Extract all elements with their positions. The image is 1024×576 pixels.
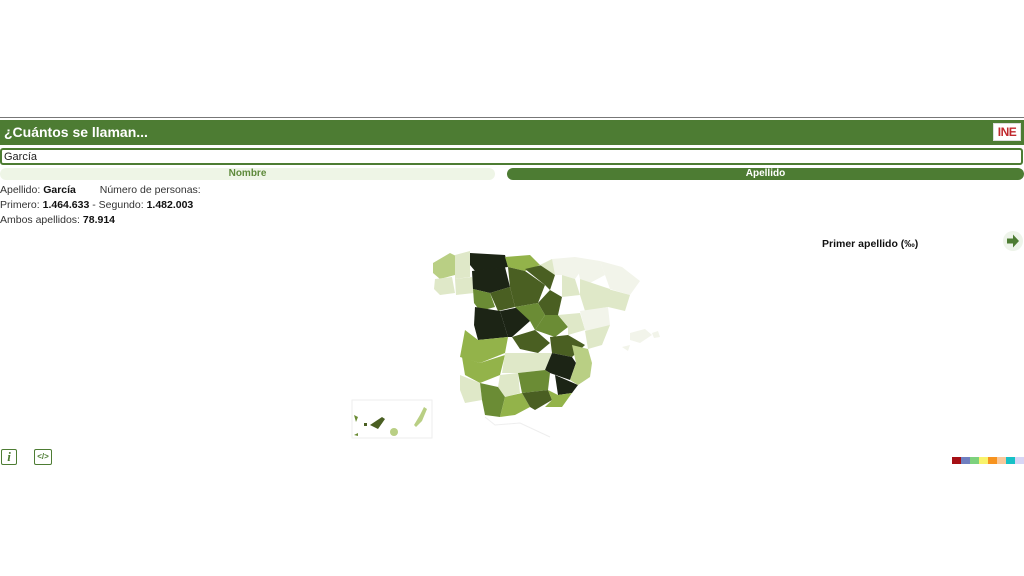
code-icon: </> [37,452,49,461]
province[interactable] [562,275,580,297]
province[interactable] [652,331,660,338]
province[interactable] [370,417,385,429]
next-map-button[interactable] [1003,231,1023,251]
province[interactable] [455,277,474,295]
province[interactable] [518,370,550,393]
province[interactable] [622,345,630,351]
canary-islands [351,399,433,439]
map-title: Primer apellido (‰) [822,238,919,250]
palette-swatch[interactable] [979,457,988,464]
top-divider [0,117,1024,118]
app-header: ¿Cuántos se llaman... INE [0,120,1024,145]
province[interactable] [575,257,605,283]
morocco-outline [484,416,551,438]
peninsula [433,251,660,438]
segundo-label: Segundo: [98,199,144,211]
province[interactable] [354,433,358,436]
info-line-apellido: Apellido: García Número de personas: [0,184,201,196]
info-icon: i [7,449,11,464]
palette-swatch[interactable] [1015,457,1024,464]
apellido-label: Apellido: [0,184,41,196]
info-line-counts: Primero: 1.464.633 - Segundo: 1.482.003 [0,199,193,211]
palette-swatch[interactable] [997,457,1006,464]
arrow-right-icon [1007,234,1019,248]
province[interactable] [390,428,398,436]
info-button[interactable]: i [1,449,17,465]
province[interactable] [630,329,652,343]
search-input[interactable] [0,148,1023,165]
ambos-value: 78.914 [82,214,116,226]
palette-swatch[interactable] [988,457,997,464]
ine-logo[interactable]: INE [993,123,1021,141]
province[interactable] [502,353,552,373]
primero-value: 1.464.633 [42,199,90,211]
palette-swatch[interactable] [952,457,961,464]
province[interactable] [433,253,458,279]
province[interactable] [455,251,470,279]
app-title: ¿Cuántos se llaman... [4,124,148,140]
tab-nombre[interactable]: Nombre [0,168,495,180]
tab-apellido[interactable]: Apellido [507,168,1024,180]
palette-swatch[interactable] [961,457,970,464]
palette-swatch[interactable] [1006,457,1015,464]
province[interactable] [512,330,550,353]
ambos-label: Ambos apellidos: [0,214,80,226]
color-palette-selector[interactable] [952,457,1024,464]
apellido-value: García [43,184,76,196]
separator: - [92,199,96,211]
personas-label: Número de personas: [99,184,201,196]
embed-code-button[interactable]: </> [34,449,52,465]
province[interactable] [414,407,427,427]
province[interactable] [364,423,367,426]
province[interactable] [580,279,610,311]
primero-label: Primero: [0,199,40,211]
province[interactable] [354,415,358,422]
palette-swatch[interactable] [970,457,979,464]
segundo-value: 1.482.003 [146,199,194,211]
spain-province-map [351,251,660,439]
province[interactable] [434,277,455,295]
info-line-ambos: Ambos apellidos: 78.914 [0,214,115,226]
